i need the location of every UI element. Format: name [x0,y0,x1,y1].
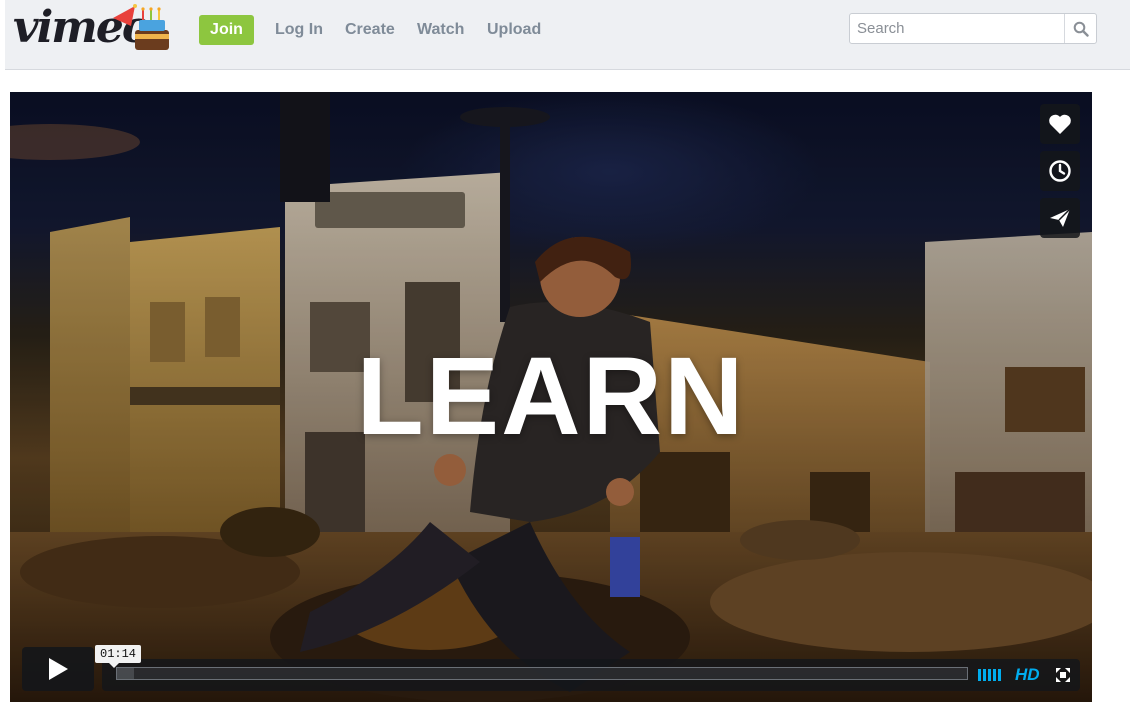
player-control-bar: HD [102,659,1080,691]
clock-icon [1049,160,1071,182]
video-player[interactable]: LEARN HD 01:14 [10,92,1092,702]
nav-login-link[interactable]: Log In [275,15,323,45]
nav-create-link[interactable]: Create [345,15,395,45]
search-input[interactable] [850,14,1064,43]
play-icon [49,658,68,680]
search-icon [1073,21,1089,37]
paper-plane-icon [1050,208,1071,227]
nav-upload-link[interactable]: Upload [487,15,541,45]
heart-icon [1049,114,1071,134]
like-button[interactable] [1040,104,1080,144]
fullscreen-icon[interactable] [1055,667,1071,683]
video-overlay-title: LEARN [356,335,746,458]
volume-icon[interactable] [978,667,1006,683]
current-time-badge: 01:14 [95,645,142,668]
hd-toggle[interactable]: HD [1015,665,1040,685]
play-button[interactable] [22,647,94,691]
progress-bar[interactable] [116,667,968,680]
watch-later-button[interactable] [1040,151,1080,191]
search-box [849,13,1097,44]
search-button[interactable] [1064,14,1096,43]
join-button[interactable]: Join [199,15,254,45]
nav-watch-link[interactable]: Watch [417,15,464,45]
share-button[interactable] [1040,198,1080,238]
progress-played [117,668,134,679]
birthday-cake-icon [113,4,169,50]
top-navigation-bar: vimeo Join Log In Create Watch Upload [5,0,1130,70]
vimeo-logo[interactable]: vimeo [13,2,175,53]
